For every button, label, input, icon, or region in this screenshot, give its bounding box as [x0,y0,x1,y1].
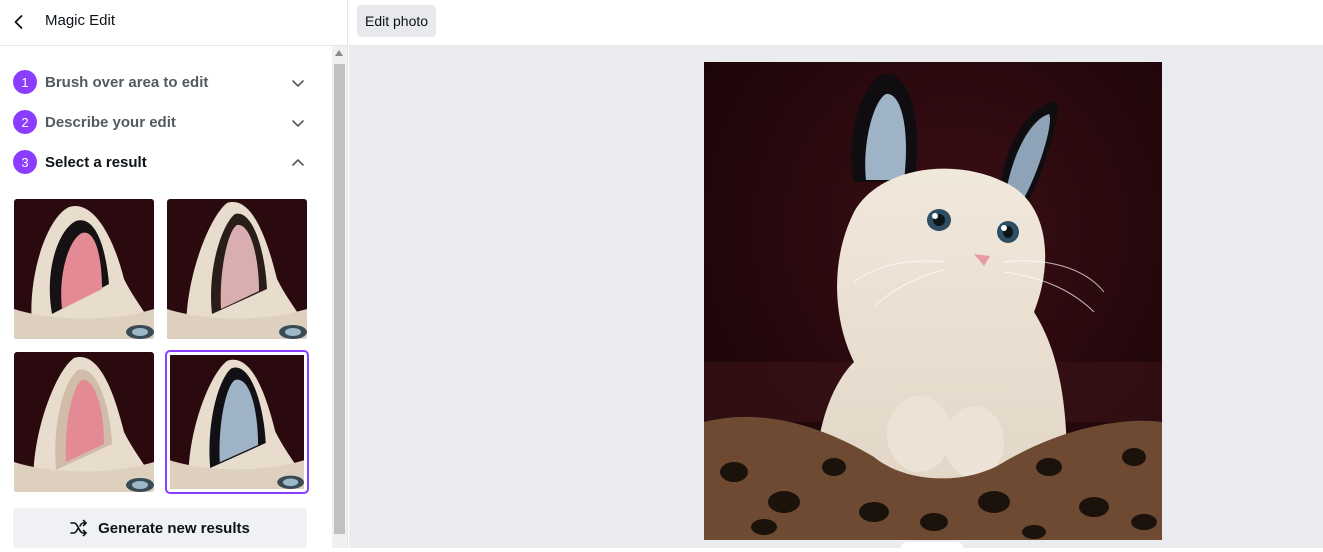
edited-photo[interactable] [704,62,1162,540]
generate-button-label: Generate new results [98,519,250,537]
magic-edit-panel: Magic Edit 1 Brush over area to edit 2 D… [0,0,348,548]
shuffle-icon [70,519,87,537]
result-thumbnail[interactable] [14,199,154,339]
editor-canvas [349,46,1323,552]
chevron-left-icon [14,15,23,29]
editor-topbar: Edit photo [349,0,1323,46]
panel-header: Magic Edit [0,0,348,46]
step-number: 3 [13,150,37,174]
result-thumbnail[interactable] [14,352,154,492]
step-label: Brush over area to edit [45,73,209,91]
result-thumbnail[interactable] [167,199,307,339]
chevron-down-icon [292,80,304,87]
panel-scrollbar[interactable] [332,46,347,548]
chevron-up-icon [292,159,304,166]
result-thumbnail-selected[interactable] [165,350,309,494]
scrollbar-thumb[interactable] [334,64,345,534]
edit-photo-button[interactable]: Edit photo [357,5,437,37]
step-label: Select a result [45,153,147,171]
chevron-down-icon [292,120,304,127]
back-button[interactable] [6,9,32,35]
generate-new-results-button[interactable]: Generate new results [13,508,307,548]
canvas-bottom-handle[interactable] [901,542,963,552]
panel-title: Magic Edit [45,12,116,29]
step-number: 2 [13,110,37,134]
step-label: Describe your edit [45,113,176,131]
steps-list: 1 Brush over area to edit 2 Describe you… [0,62,330,182]
step-number: 1 [13,70,37,94]
step-describe[interactable]: 2 Describe your edit [0,102,330,142]
step-brush[interactable]: 1 Brush over area to edit [0,62,330,102]
scroll-up-arrow-icon[interactable] [335,50,343,56]
step-select-result[interactable]: 3 Select a result [0,142,330,182]
results-grid [13,198,309,494]
